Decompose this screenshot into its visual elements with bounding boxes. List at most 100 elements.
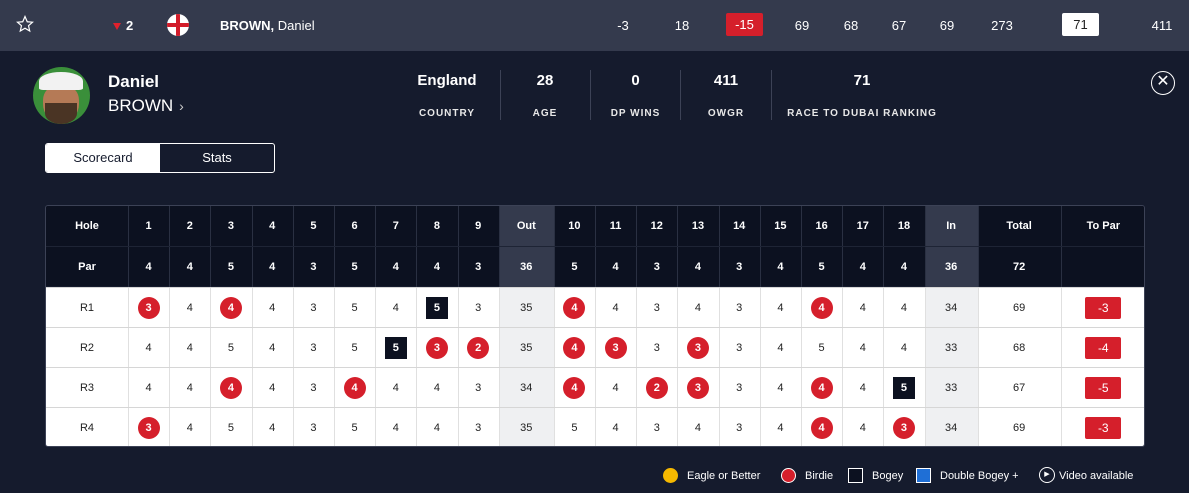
column-divider [759,206,761,246]
hole-score: 5 [227,422,235,434]
column-divider [842,368,844,408]
to-par-badge: -3 [1085,417,1122,440]
par-cell: 3 [736,261,743,273]
header-cell: 16 [815,220,828,232]
column-divider [334,288,335,328]
close-icon[interactable]: ✕ [1151,71,1175,95]
hole-score: 4 [859,382,866,394]
column-divider [169,408,171,446]
header-cell: 11 [609,220,622,232]
column-divider [801,206,802,246]
par-cell: 72 [1012,261,1026,273]
scorecard-table: Hole 1 2 3 4 5 6 7 8 9 Out 10 11 12 13 14 15 16 17 18 In Tota… [45,205,1145,447]
column-divider [498,288,500,328]
round-total: 69 [1012,422,1026,434]
stat-dp-wins: 0 DP WINS [610,72,661,119]
column-divider [251,247,253,287]
hole-score: 3 [128,408,169,446]
column-divider [595,288,596,328]
column-divider [1060,206,1062,246]
stat-age: 28 AGE [532,72,558,119]
column-divider [924,288,926,328]
par-cell: 4 [859,261,866,273]
hole-score: 4 [859,302,866,314]
header-cell: 13 [691,220,705,232]
column-divider [334,328,335,368]
header-cell: 10 [568,220,581,232]
header-cell: 14 [733,220,746,232]
column-divider [1060,288,1062,328]
header-cell: 3 [227,220,235,232]
hole-score: 3 [677,328,718,368]
round-total: 67 [1012,382,1026,394]
hole-score: 4 [269,422,276,434]
column-divider [416,247,418,287]
column-divider [553,247,555,287]
column-divider [636,368,638,408]
hole-score: 5 [351,342,358,354]
hole-score: 4 [777,382,784,394]
column-divider [210,247,212,287]
header-cell: In [924,206,978,246]
hole-score: 4 [801,368,842,408]
column-divider [457,247,459,287]
favorite-star-icon[interactable] [16,0,36,51]
view-tabs: Scorecard Stats [45,143,275,173]
column-divider [416,328,418,368]
hole-score: 4 [900,302,908,314]
tab-scorecard[interactable]: Scorecard [46,144,160,172]
column-divider [842,288,844,328]
position-movement: 2 [113,0,133,51]
hole-score: 4 [612,382,619,394]
hole-score: 4 [433,422,441,434]
hole-score: 4 [900,342,908,354]
par-cell: 4 [269,261,276,273]
column-divider [718,247,720,287]
birdie-marker: 4 [219,377,242,400]
play-icon: ▶ [1039,467,1055,483]
column-divider [457,368,459,408]
column-divider [292,368,294,408]
hole-score: 4 [186,302,193,314]
column-divider [292,247,294,287]
hole-score: 4 [392,302,399,314]
hole-score: 3 [416,328,457,368]
column-divider [251,328,253,368]
header-cell: 4 [269,220,276,232]
hole-score: 3 [595,328,636,368]
hole-score: 3 [475,382,482,394]
hole-score: 4 [694,422,702,434]
round-to-par: -3 [1061,288,1144,328]
hole-score: 3 [653,342,660,354]
column-divider [375,368,377,408]
column-divider [718,328,720,368]
column-divider [883,206,885,246]
column-divider [977,408,979,446]
player-name[interactable]: BROWN, Daniel [220,0,315,51]
player-first-name: Daniel [108,72,160,91]
leaderboard-row[interactable]: 2 BROWN, Daniel -3 18 -15 69 68 67 69 27… [0,0,1189,51]
player-profile-link[interactable]: BROWN › [108,96,184,116]
birdie-marker: 4 [219,297,242,320]
column-divider [801,288,802,328]
column-divider [210,206,212,246]
round-4-score: 69 [939,18,955,33]
bogey-legend-icon [848,468,863,483]
tab-stats[interactable]: Stats [160,144,274,172]
hole-score: 4 [145,342,152,354]
header-cell: 17 [856,220,869,232]
hole-score: 2 [458,328,499,368]
column-divider [375,247,377,287]
column-divider [924,206,926,246]
column-divider [375,408,377,446]
column-divider [457,328,459,368]
to-par: -3 [617,18,629,33]
round-to-par: -3 [1061,408,1144,446]
in-score: 33 [924,368,978,408]
column-divider [1060,368,1062,408]
column-divider [595,408,596,446]
column-divider [1060,328,1062,368]
to-par-badge: -5 [1085,377,1122,400]
header-cell: 8 [433,220,441,232]
header-cell: 2 [186,220,193,232]
